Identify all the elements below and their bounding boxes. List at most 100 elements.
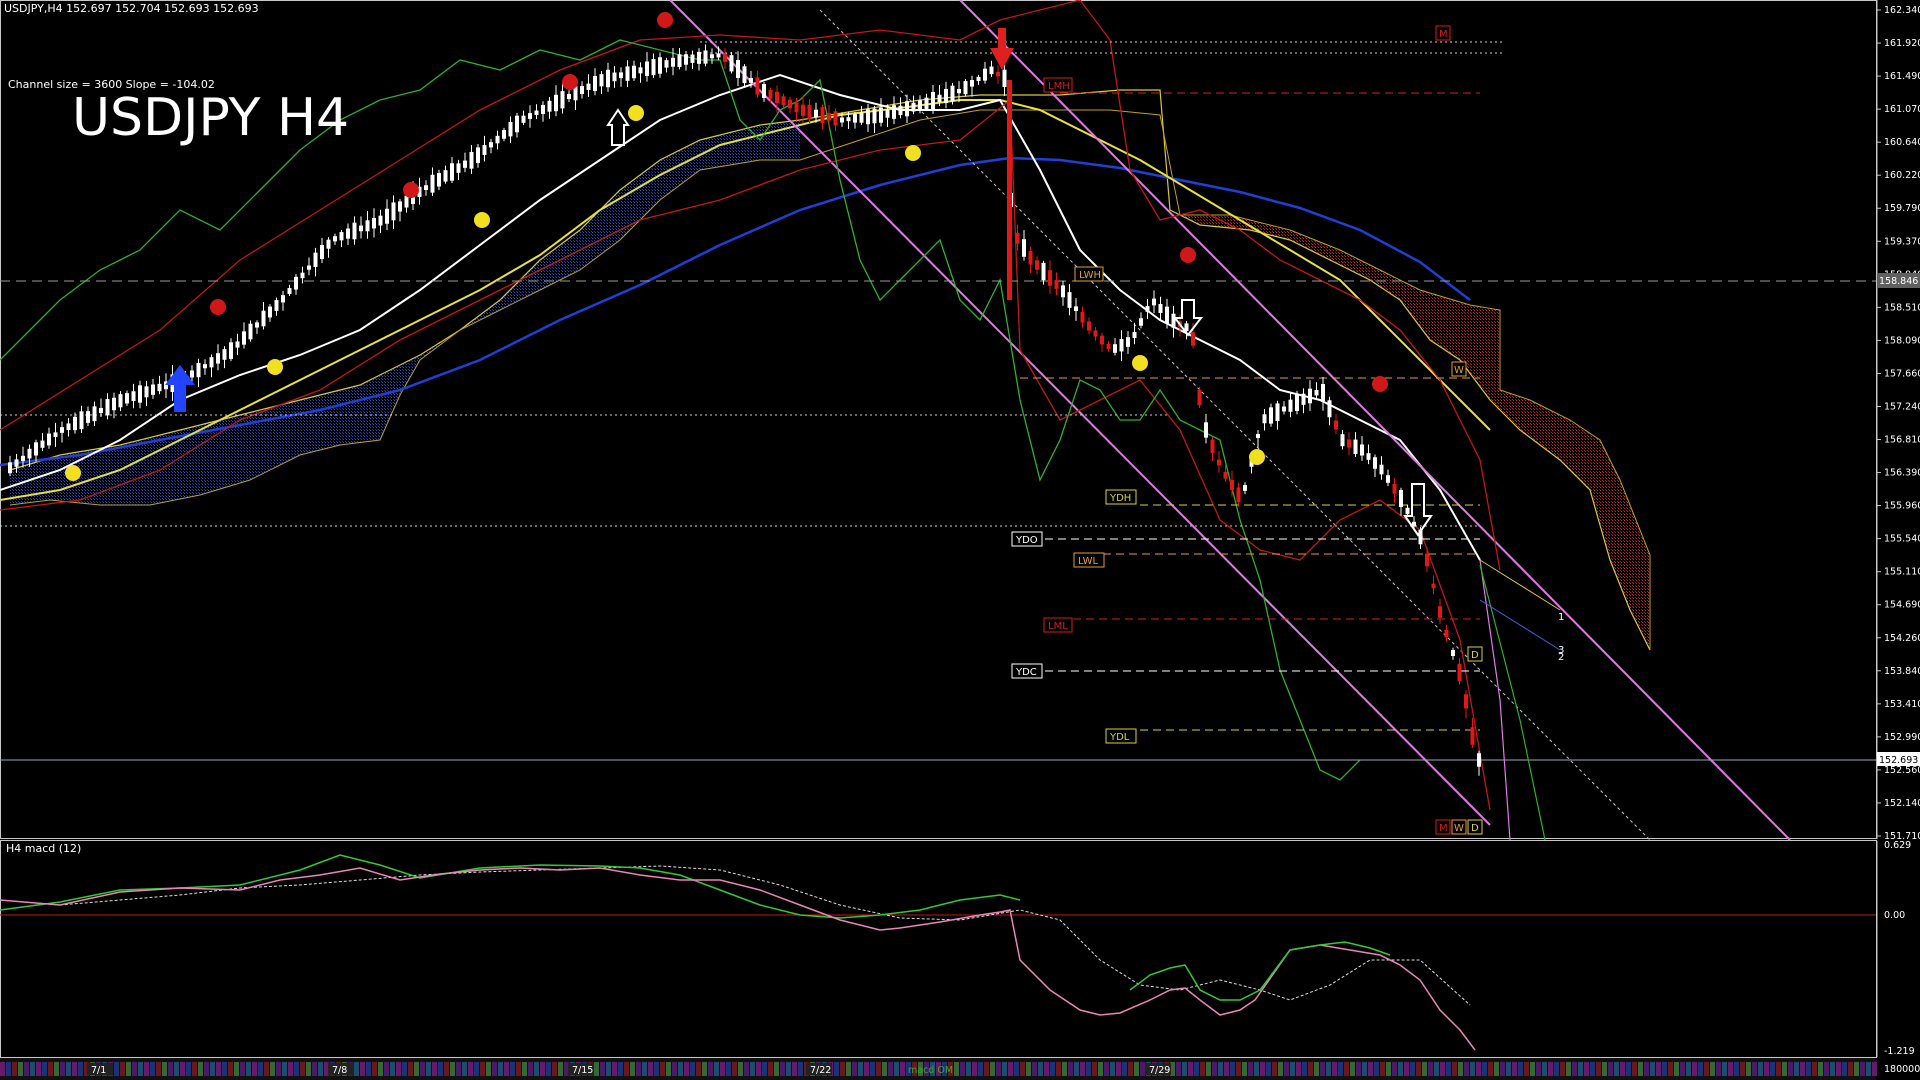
current-price-tag: 152.693 [1879,755,1918,766]
candle [1275,403,1280,422]
candle [495,135,500,144]
candle [1262,414,1267,424]
candle [1386,475,1390,483]
candle [892,105,896,119]
candle [859,112,864,123]
price-tick-label: 160.220 [1884,170,1920,181]
macd-panel-title: H4 macd (12) [6,842,81,855]
label-m-bottom: M [1439,823,1448,834]
candle [1080,312,1085,323]
chart-canvas[interactable]: LMH LWH YDH YDO LWL LML YDC YDL M W D M … [0,0,1920,1080]
red-signal-icon [403,182,419,198]
price-tick-label: 158.510 [1884,302,1920,313]
candle [963,81,968,95]
candle [1074,306,1078,311]
candle [326,239,331,249]
candle [944,88,948,104]
candle [1288,399,1293,412]
candle [599,74,604,87]
red-signal-icon [210,299,226,315]
candle [1210,439,1215,453]
candle [482,145,487,155]
label-num-1: 1 [1558,612,1564,623]
candle [144,386,149,398]
price-tick-label: 157.240 [1884,401,1920,412]
candle [833,111,838,126]
candle [619,72,623,79]
candle [931,92,935,110]
price-tick-label: 162.340 [1884,5,1920,16]
candle [463,160,467,168]
yellow-signal-icon [474,212,490,228]
price-tick-label: 157.660 [1884,368,1920,379]
candle-big-drop [1007,80,1012,300]
candle [840,117,844,123]
candle [60,427,64,433]
candle [716,53,721,58]
candle [1191,332,1195,346]
candle [86,411,90,423]
candle [99,407,103,414]
candle [664,60,669,68]
candle [190,370,194,378]
label-num-3: 3 [1558,645,1564,656]
price-tick-label: 161.490 [1884,71,1920,82]
candle [378,215,383,226]
yellow-signal-icon [628,105,644,121]
candle [151,384,155,395]
candle [866,109,870,125]
price-tick-label: 154.690 [1884,600,1920,611]
candle [905,101,909,117]
red-signal-icon [1372,376,1388,392]
label-lwh: LWH [1079,270,1101,281]
candle [872,108,877,124]
candle [1360,444,1364,456]
window-title: USDJPY,H4 152.697 152.704 152.693 152.69… [4,2,259,15]
candle [216,353,220,364]
candle [1015,232,1020,244]
candle [1256,433,1260,439]
price-tick-label: 152.990 [1884,732,1920,743]
candle [1314,390,1319,396]
chart-big-title: USDJPY H4 [72,88,349,148]
candle [528,113,532,119]
candle [27,448,32,459]
candle [820,107,825,124]
time-label: 7/22 [810,1065,831,1076]
candle [846,117,851,122]
price-tick-label: 156.810 [1884,435,1920,446]
candle [814,109,818,118]
candle [365,220,370,232]
price-tick-label: 152.560 [1884,765,1920,776]
projection-lines [1479,559,1511,841]
candle [307,265,311,270]
candle [918,100,922,111]
candle [222,349,227,360]
candle [1204,422,1208,438]
candle [521,115,526,123]
candle [781,96,786,106]
candle [1223,471,1228,479]
red-signal-icon [1180,247,1196,263]
candle [456,163,461,173]
candle [1236,487,1241,503]
candle [989,66,994,75]
candle [801,104,805,116]
candle [404,195,409,208]
candle [138,385,142,403]
candle [697,51,701,64]
candle [937,94,942,103]
level-label-boxes: LMH LWH YDH YDO LWL LML YDC YDL M W D M … [1011,25,1564,835]
candle [112,397,116,411]
candle [1457,663,1462,682]
candle [508,122,513,137]
candle [1373,457,1377,469]
candle [606,69,610,88]
candle [118,394,123,408]
candle [502,130,506,139]
candle [1347,439,1351,448]
time-label: 7/1 [91,1065,106,1076]
price-axis[interactable]: 162.340 161.920 161.490 161.070 160.640 160.2… [1876,0,1920,842]
candle [879,107,883,123]
label-ydc: YDC [1015,667,1037,678]
